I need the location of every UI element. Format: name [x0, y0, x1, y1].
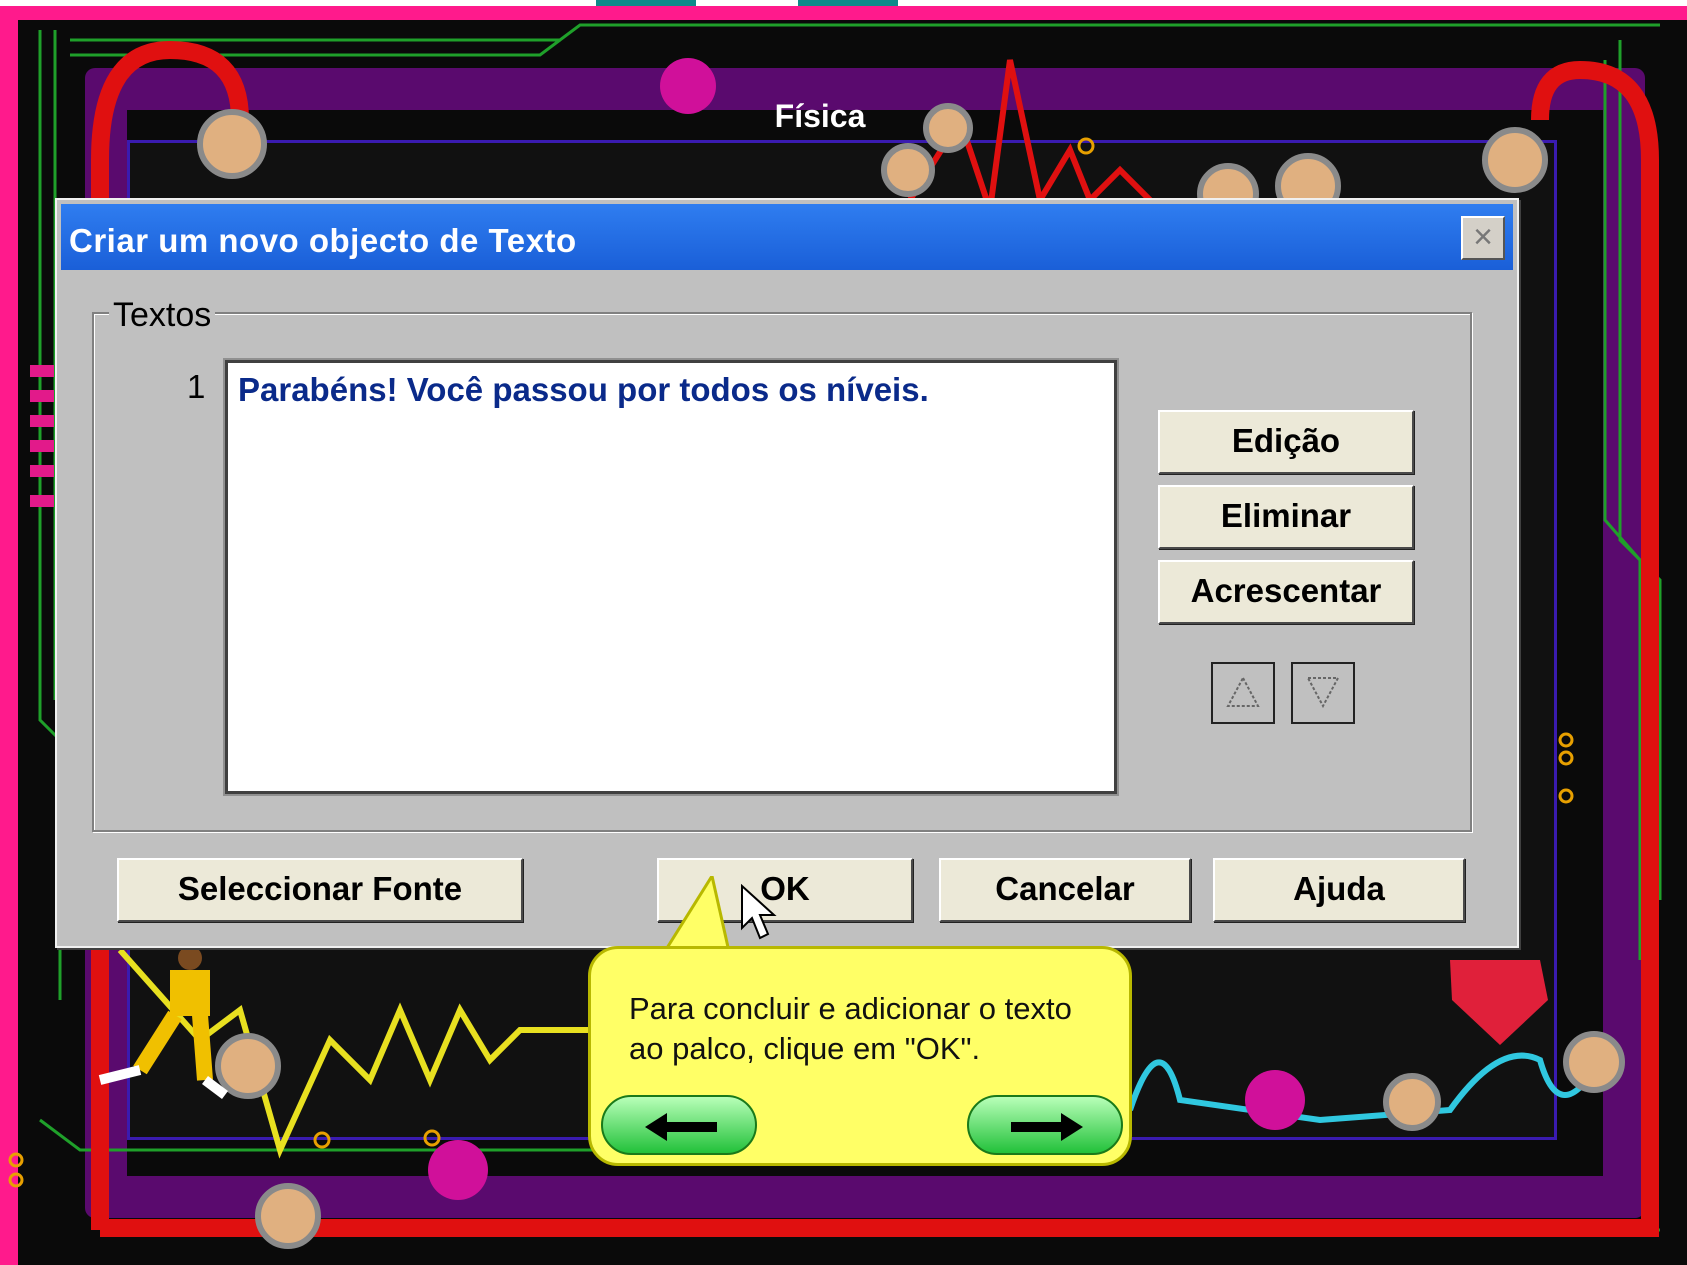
tooltip-text: Para concluir e adicionar o texto ao pal… — [629, 991, 1072, 1066]
text-item-number: 1 — [187, 368, 206, 405]
texts-group-label: Textos — [109, 296, 216, 335]
up-triangle-icon — [1226, 675, 1260, 707]
move-up-button[interactable] — [1211, 662, 1275, 724]
previous-step-button[interactable] — [601, 1095, 757, 1155]
help-button[interactable]: Ajuda — [1213, 858, 1465, 922]
delete-button[interactable]: Eliminar — [1158, 485, 1414, 549]
next-step-button[interactable] — [967, 1095, 1123, 1155]
add-button[interactable]: Acrescentar — [1158, 560, 1414, 624]
text-list-item[interactable]: Parabéns! Você passou por todos os nívei… — [238, 371, 929, 409]
dialog-titlebar[interactable]: Criar um novo objecto de Texto × — [61, 204, 1513, 270]
right-arrow-icon — [1011, 1113, 1083, 1141]
close-icon: × — [1473, 218, 1493, 256]
move-down-button[interactable] — [1291, 662, 1355, 724]
down-triangle-icon — [1306, 677, 1340, 709]
edit-button[interactable]: Edição — [1158, 410, 1414, 474]
new-text-object-dialog: Criar um novo objecto de Texto × Textos … — [55, 198, 1519, 948]
select-font-button[interactable]: Seleccionar Fonte — [117, 858, 523, 922]
close-button[interactable]: × — [1461, 216, 1505, 260]
dialog-title: Criar um novo objecto de Texto — [69, 222, 577, 259]
help-tooltip-bubble: Para concluir e adicionar o texto ao pal… — [588, 946, 1132, 1166]
stage-title: Física — [774, 98, 866, 134]
texts-listbox[interactable]: Parabéns! Você passou por todos os nívei… — [225, 360, 1117, 794]
left-arrow-icon — [645, 1113, 717, 1141]
cancel-button[interactable]: Cancelar — [939, 858, 1191, 922]
mouse-cursor-icon — [741, 884, 777, 940]
